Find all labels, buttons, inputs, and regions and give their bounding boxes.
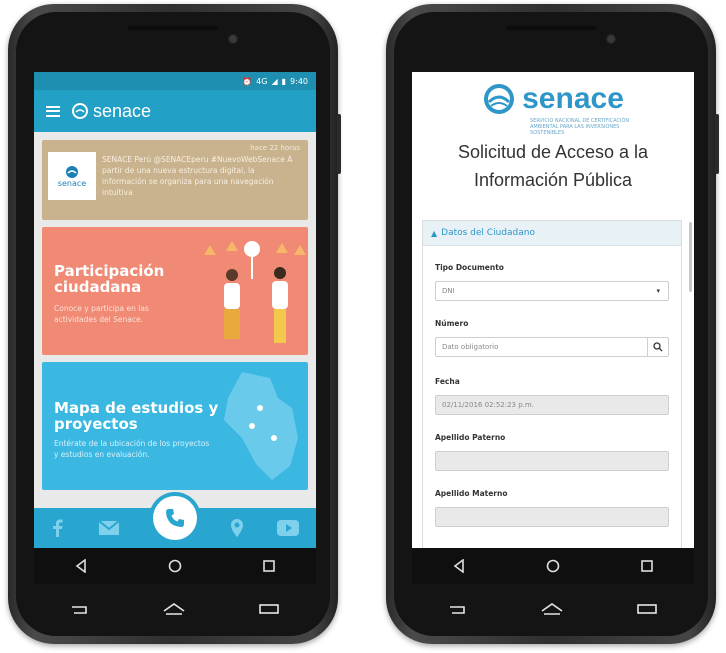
tipo-documento-value: DNI: [442, 287, 455, 295]
android-nav-bar: [412, 548, 694, 584]
earpiece-speaker: [128, 26, 218, 30]
participation-card[interactable]: Participación ciudadana Conoce y partici…: [42, 227, 308, 355]
tagline: SERVICIO NACIONAL DE CERTIFICACIÓN AMBIE…: [530, 118, 630, 136]
tweet-avatar-label: senace: [57, 178, 87, 188]
home-icon[interactable]: [546, 559, 560, 573]
phone-icon: [166, 509, 184, 527]
app-bar: senace: [34, 90, 316, 132]
senace-logo-icon: [72, 103, 88, 119]
apellido-materno-field[interactable]: [435, 507, 669, 527]
hw-back-icon[interactable]: [71, 604, 89, 614]
page-title: Solicitud de Acceso a la Información Púb…: [457, 142, 649, 190]
brand-name: senace: [93, 100, 152, 121]
senace-header-logo: senace: [412, 82, 694, 116]
brand-logo: senace: [72, 101, 151, 122]
senace-logo-icon: [484, 84, 515, 114]
web-form-screen: senace SERVICIO NACIONAL DE CERTIFICACIÓ…: [412, 72, 694, 548]
search-button[interactable]: [647, 338, 668, 356]
tweet-card[interactable]: senace hace 22 horas SENACE Perú @SENACE…: [42, 140, 308, 220]
map-card[interactable]: Mapa de estudios y proyectos Entérate de…: [42, 362, 308, 490]
battery-icon: ▮: [281, 76, 287, 86]
status-bar: ⏰ 4G ◢ ▮ 9:40: [34, 72, 316, 90]
hardware-keys: [412, 594, 694, 624]
mail-icon[interactable]: [98, 520, 120, 536]
recents-icon[interactable]: [641, 560, 654, 572]
hw-menu-icon[interactable]: [259, 604, 279, 614]
numero-placeholder: Dato obligatorio: [442, 343, 499, 351]
signal-icon: ◢: [271, 76, 278, 86]
panel-title: Datos del Ciudadano: [441, 228, 535, 238]
hw-home-icon[interactable]: [541, 603, 563, 615]
apellido-paterno-label: Apellido Paterno: [435, 433, 506, 442]
location-icon[interactable]: [230, 519, 244, 537]
phone-device-right: senace SERVICIO NACIONAL DE CERTIFICACIÓ…: [386, 4, 719, 644]
home-icon[interactable]: [168, 559, 182, 573]
chevron-up-icon: ▲: [431, 228, 438, 238]
fecha-field: 02/11/2016 02:52:23 p.m.: [435, 395, 669, 415]
youtube-icon[interactable]: [277, 520, 300, 536]
card-text: Entérate de la ubicación de los proyecto…: [54, 439, 210, 459]
recents-icon[interactable]: [263, 560, 276, 572]
network-label: 4G: [256, 76, 268, 86]
clock: 9:40: [290, 76, 308, 86]
alarm-icon: ⏰: [242, 76, 253, 86]
card-title: Participación ciudadana: [54, 262, 165, 296]
call-button[interactable]: [153, 496, 197, 540]
caret-down-icon: ▾: [656, 287, 660, 295]
numero-input[interactable]: Dato obligatorio: [435, 337, 669, 357]
hw-back-icon[interactable]: [449, 604, 467, 614]
front-camera-icon: [606, 34, 616, 44]
back-icon[interactable]: [75, 559, 87, 573]
back-icon[interactable]: [453, 559, 465, 573]
front-camera-icon: [228, 34, 238, 44]
apellido-paterno-field[interactable]: [435, 451, 669, 471]
android-nav-bar: [34, 548, 316, 584]
tweet-text: SENACE Perú @SENACEperu #NuevoWebSenace …: [102, 155, 293, 197]
citizens-illustration-icon: [204, 241, 306, 343]
card-title: Mapa de estudios y proyectos: [54, 399, 219, 433]
panel-header[interactable]: ▲ Datos del Ciudadano: [423, 221, 681, 246]
feed: senace hace 22 horas SENACE Perú @SENACE…: [34, 132, 316, 548]
hw-home-icon[interactable]: [163, 603, 185, 615]
tipo-documento-select[interactable]: DNI ▾: [435, 281, 669, 301]
numero-label: Número: [435, 319, 469, 328]
citizen-data-panel: ▲ Datos del Ciudadano Tipo Documento DNI…: [422, 220, 682, 548]
search-icon: [653, 342, 663, 352]
earpiece-speaker: [506, 26, 596, 30]
facebook-icon[interactable]: [51, 519, 65, 537]
tipo-documento-label: Tipo Documento: [435, 263, 504, 272]
phone-device-left: ⏰ 4G ◢ ▮ 9:40 senace senace hace 22 hora…: [8, 4, 341, 644]
side-button: [715, 114, 719, 174]
card-text: Conoce y participa en las actividades de…: [54, 304, 149, 324]
menu-icon[interactable]: [46, 105, 60, 117]
app-screen: ⏰ 4G ◢ ▮ 9:40 senace senace hace 22 hora…: [34, 72, 316, 548]
tweet-avatar: senace: [48, 152, 96, 200]
apellido-materno-label: Apellido Materno: [435, 489, 508, 498]
scrollbar[interactable]: [689, 222, 692, 292]
brand-name: senace: [522, 82, 624, 115]
tweet-time: hace 22 horas: [250, 144, 300, 152]
fecha-label: Fecha: [435, 377, 460, 386]
hardware-keys: [34, 594, 316, 624]
fecha-value: 02/11/2016 02:52:23 p.m.: [442, 401, 534, 409]
hw-menu-icon[interactable]: [637, 604, 657, 614]
side-button: [337, 114, 341, 174]
senace-logo-icon: [66, 165, 78, 178]
